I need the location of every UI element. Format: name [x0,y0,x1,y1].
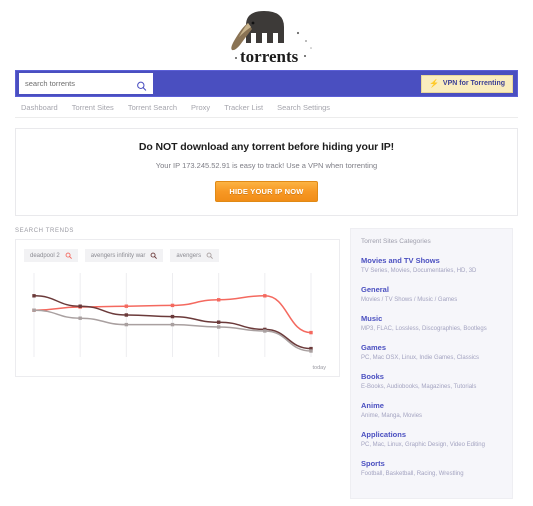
category-movies-and-tv-shows[interactable]: Movies and TV Shows TV Series, Movies, D… [361,256,502,274]
warning-title: Do NOT download any torrent before hidin… [138,141,395,153]
category-anime[interactable]: Anime Anime, Manga, Movies [361,401,502,419]
sidebar-title: Torrent Sites Categories [361,238,431,245]
nav-item-proxy[interactable]: Proxy [191,103,210,112]
anteater-logo-svg: torrents [230,11,312,66]
logo-dot-right [303,55,306,57]
chart-data-point[interactable] [170,303,175,308]
category-subtitle: PC, Mac, Linux, Graphic Design, Video Ed… [361,442,485,448]
chart-data-point[interactable] [309,330,313,335]
logo-wordmark: torrents [240,47,299,66]
chart-data-point[interactable] [124,304,129,308]
chart-data-point[interactable] [216,320,221,324]
logo-speck-2 [304,40,307,42]
vpn-for-torrenting-button[interactable]: ⚡ VPN for Torrenting [420,74,513,93]
category-general[interactable]: General Movies / TV Shows / Music / Game… [361,285,502,303]
category-games[interactable]: Games PC, Mac OSX, Linux, Indie Games, C… [361,343,502,361]
chart-data-point[interactable] [263,294,267,298]
category-name[interactable]: Games [361,343,502,352]
search-input[interactable] [25,79,147,88]
lightning-bolt-icon: ⚡ [428,78,439,88]
nav-item-torrent-search[interactable]: Torrent Search [128,103,177,112]
trend-tag-label: avengers [176,252,202,259]
chart-data-point[interactable] [170,322,175,327]
page-root: torrents ⚡ VPN for Torrenting [0,0,533,506]
search-trends-label: SEARCH TRENDS [15,228,75,234]
category-subtitle: Anime, Manga, Movies [361,413,423,419]
chart-data-point[interactable] [78,316,82,320]
nav-item-dashboard[interactable]: Dashboard [21,103,58,112]
chart-data-point[interactable] [124,322,129,327]
chart-axis-label-today: today [312,365,326,371]
logo-speck-3 [309,47,312,49]
anteater-logo-icon: torrents [212,3,322,67]
category-subtitle: PC, Mac OSX, Linux, Indie Games, Classic… [361,355,480,361]
chart-data-point[interactable] [263,329,267,333]
search-trends-card: deadpool 2 avengers infinity war avenger… [15,239,340,377]
trend-tag-avengers-infinity-war[interactable]: avengers infinity war [84,249,164,262]
category-name[interactable]: Sports [361,459,502,468]
trend-tag-label: deadpool 2 [30,252,60,259]
category-subtitle: Movies / TV Shows / Music / Games [361,297,458,303]
category-subtitle: Football, Basketball, Racing, Wrestling [361,471,464,477]
chart-data-point[interactable] [170,314,175,319]
chart-data-point[interactable] [32,294,36,298]
warning-subtitle: Your IP 173.245.52.91 is easy to track! … [155,161,378,170]
torrent-sites-categories-panel: Torrent Sites Categories Movies and TV S… [350,228,513,499]
category-books[interactable]: Books E-Books, Audiobooks, Magazines, Tu… [361,372,502,390]
chart-data-point[interactable] [78,304,82,308]
category-name[interactable]: Music [361,314,502,323]
right-column: Torrent Sites Categories Movies and TV S… [350,228,513,499]
ip-warning-banner: Do NOT download any torrent before hidin… [15,128,518,216]
category-applications[interactable]: Applications PC, Mac, Linux, Graphic Des… [361,430,502,448]
chart-data-point[interactable] [309,349,313,353]
nav-item-torrent-sites[interactable]: Torrent Sites [72,103,114,112]
anteater-body [245,11,284,43]
search-icon[interactable] [206,252,213,259]
chart-data-point[interactable] [124,313,129,317]
category-name[interactable]: Applications [361,430,502,439]
search-input-container[interactable] [19,73,153,94]
nav-item-tracker-list[interactable]: Tracker List [224,103,263,112]
trend-tag-label: avengers infinity war [90,252,146,259]
logo-dot-left [234,57,237,59]
vpn-button-label: VPN for Torrenting [442,80,505,87]
trends-chart-svg [32,273,313,357]
category-name[interactable]: Anime [361,401,502,410]
hide-ip-button[interactable]: HIDE YOUR IP NOW [215,181,318,202]
category-subtitle: MP3, FLAC, Lossless, Discographies, Boot… [361,326,487,332]
category-subtitle: TV Series, Movies, Documentaries, HD, 3D [361,268,477,274]
search-icon[interactable] [65,252,72,259]
category-sports[interactable]: Sports Football, Basketball, Racing, Wre… [361,459,502,477]
category-name[interactable]: Books [361,372,502,381]
left-column: SEARCH TRENDS deadpool 2 avengers infini… [15,228,340,499]
chart-data-point[interactable] [216,325,221,329]
site-logo[interactable]: torrents [0,0,533,70]
category-music[interactable]: Music MP3, FLAC, Lossless, Discographies… [361,314,502,332]
trend-tag-deadpool-2[interactable]: deadpool 2 [24,249,78,262]
trend-tag-avengers[interactable]: avengers [170,249,220,262]
search-icon[interactable] [136,78,147,91]
category-name[interactable]: Movies and TV Shows [361,256,502,265]
search-icon[interactable] [150,252,158,259]
nav-item-search-settings[interactable]: Search Settings [277,103,330,112]
logo-speck-1 [296,31,299,35]
chart-data-point[interactable] [216,298,221,302]
main-nav: Dashboard Torrent Sites Torrent Search P… [15,97,518,118]
category-name[interactable]: General [361,285,502,294]
trends-line-chart: today [24,269,331,371]
category-subtitle: E-Books, Audiobooks, Magazines, Tutorial… [361,384,477,390]
search-icon-svg [137,81,147,91]
anteater-eye [251,21,254,25]
chart-data-point[interactable] [32,308,36,312]
search-bar: ⚡ VPN for Torrenting [15,70,518,97]
trend-tags-list: deadpool 2 avengers infinity war avenger… [24,249,331,262]
content-columns: SEARCH TRENDS deadpool 2 avengers infini… [15,228,518,499]
